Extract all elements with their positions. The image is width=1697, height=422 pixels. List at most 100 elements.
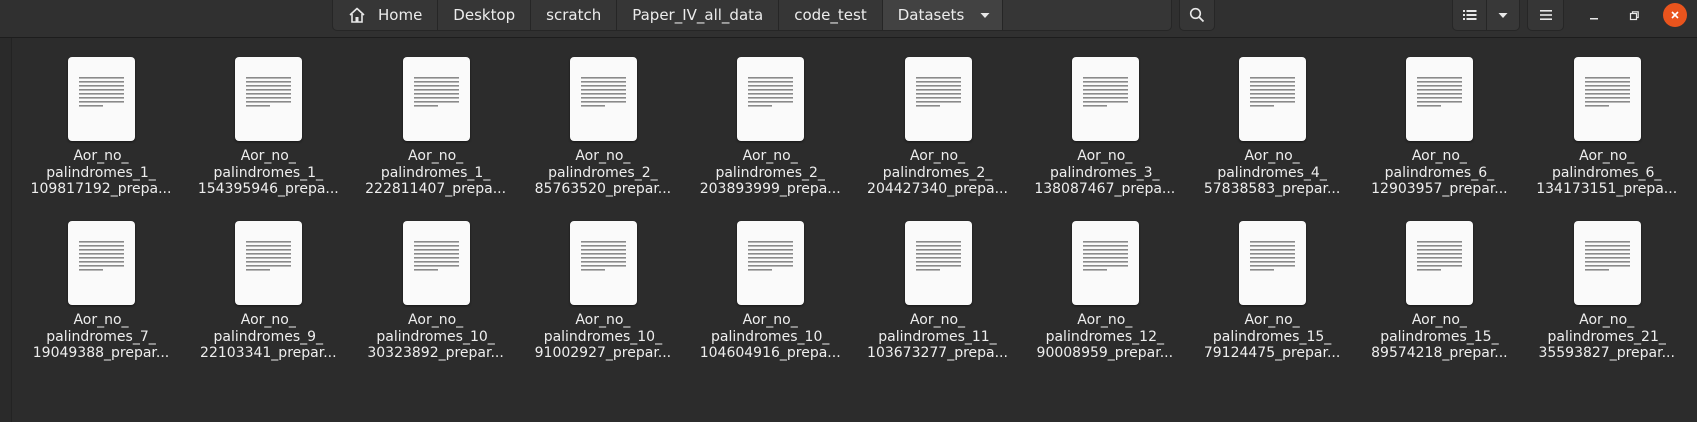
file-manager-window: Home Desktop scratch Paper_IV_all_data c… [0, 0, 1697, 422]
file-item[interactable]: Aor_no_ palindromes_10_ 104604916_prepa... [681, 202, 841, 361]
breadcrumb-scratch[interactable]: scratch [531, 0, 618, 30]
view-options-button[interactable] [1486, 0, 1520, 31]
text-file-icon [1406, 221, 1474, 305]
search-icon [1189, 7, 1205, 23]
file-item[interactable]: Aor_no_ palindromes_6_ 134173151_prepa... [1518, 38, 1677, 197]
text-file-icon [737, 57, 805, 141]
home-icon [349, 7, 365, 23]
file-item[interactable]: Aor_no_ palindromes_4_ 57838583_prepar... [1183, 38, 1340, 197]
breadcrumb-home[interactable]: Home [333, 0, 439, 30]
file-name-line: palindromes_10_ [710, 328, 830, 345]
file-name: Aor_no_ palindromes_1_ 154395946_prepa... [179, 148, 357, 198]
file-item[interactable]: Aor_no_ palindromes_9_ 22103341_prepar... [179, 202, 337, 361]
file-name-line: palindromes_11_ [878, 328, 997, 345]
file-name-line: palindromes_1_ [380, 164, 491, 181]
list-view-button[interactable] [1452, 0, 1487, 31]
breadcrumb-paper-iv-all-data[interactable]: Paper_IV_all_data [617, 0, 780, 30]
text-file-icon [402, 57, 470, 141]
chevron-down-icon [1498, 13, 1508, 18]
file-item[interactable]: Aor_no_ palindromes_2_ 85763520_prepar... [514, 38, 671, 197]
file-name-line: palindromes_2_ [548, 164, 658, 181]
file-name-line: Aor_no_ [1077, 148, 1133, 164]
breadcrumb-label: scratch [546, 6, 602, 24]
file-item[interactable]: Aor_no_ palindromes_2_ 204427340_prepa... [849, 38, 1008, 197]
minimize-button[interactable] [1582, 4, 1606, 28]
file-name-line: 35593827_prepar... [1538, 345, 1675, 361]
minimize-icon [1590, 18, 1598, 20]
file-name-line: palindromes_6_ [1384, 164, 1495, 181]
file-name-line: Aor_no_ [1579, 312, 1635, 328]
file-item[interactable]: Aor_no_ palindromes_10_ 30323892_prepar... [347, 202, 504, 361]
file-name-line: 85763520_prepar... [534, 181, 672, 197]
list-view-icon [1462, 10, 1476, 20]
file-name: Aor_no_ palindromes_11_ 103673277_prepa... [849, 312, 1027, 362]
search-button[interactable] [1179, 0, 1215, 31]
file-name: Aor_no_ palindromes_15_ 89574218_prepar... [1350, 312, 1528, 362]
breadcrumb-code-test[interactable]: code_test [779, 0, 883, 30]
sidebar-edge [0, 38, 12, 422]
file-name-line: Aor_no_ [575, 312, 631, 328]
file-name: Aor_no_ palindromes_2_ 203893999_prepa... [681, 148, 859, 198]
close-button[interactable] [1663, 3, 1687, 27]
file-name: Aor_no_ palindromes_12_ 90008959_prepar... [1016, 312, 1194, 362]
file-name-line: 204427340_prepa... [867, 181, 1008, 197]
file-name-line: 134173151_prepa... [1536, 181, 1678, 197]
file-item[interactable]: Aor_no_ palindromes_1_ 154395946_prepa... [179, 38, 339, 197]
text-file-icon [1573, 57, 1641, 141]
text-file-icon [1573, 221, 1641, 305]
file-name-line: Aor_no_ [742, 148, 798, 164]
text-file-icon [569, 57, 637, 141]
breadcrumb-label: Paper_IV_all_data [632, 6, 764, 24]
file-name-line: 57838583_prepar... [1203, 181, 1341, 197]
file-name: Aor_no_ palindromes_1_ 109817192_prepa... [12, 148, 190, 198]
file-name-line: 109817192_prepa... [30, 181, 172, 197]
file-name-line: Aor_no_ [408, 312, 464, 328]
file-name-line: 138087467_prepa... [1034, 181, 1176, 197]
file-item[interactable]: Aor_no_ palindromes_1_ 109817192_prepa... [12, 38, 171, 197]
file-item[interactable]: Aor_no_ palindromes_12_ 90008959_prepar... [1016, 202, 1173, 361]
file-item[interactable]: Aor_no_ palindromes_15_ 79124475_prepar... [1183, 202, 1340, 361]
text-file-icon [1071, 221, 1139, 305]
file-name-line: 203893999_prepa... [699, 181, 841, 197]
text-file-icon [1071, 57, 1139, 141]
file-item[interactable]: Aor_no_ palindromes_6_ 12903957_prepar... [1350, 38, 1508, 197]
file-item[interactable]: Aor_no_ palindromes_11_ 103673277_prepa... [849, 202, 1008, 361]
file-item[interactable]: Aor_no_ palindromes_21_ 35593827_prepar... [1518, 202, 1675, 361]
file-item[interactable]: Aor_no_ palindromes_10_ 91002927_prepar... [514, 202, 671, 361]
text-file-icon [904, 57, 972, 141]
text-file-icon [1239, 57, 1307, 141]
breadcrumb-label: Datasets [897, 6, 965, 24]
breadcrumb-datasets[interactable]: Datasets [882, 0, 1004, 30]
file-name: Aor_no_ palindromes_2_ 85763520_prepar... [514, 148, 692, 198]
file-name-line: Aor_no_ [240, 312, 296, 328]
file-name-line: palindromes_6_ [1551, 164, 1662, 181]
file-item[interactable]: Aor_no_ palindromes_7_ 19049388_prepar... [12, 202, 169, 361]
file-name-line: palindromes_12_ [1045, 328, 1164, 345]
text-file-icon [737, 221, 805, 305]
file-item[interactable]: Aor_no_ palindromes_3_ 138087467_prepa... [1016, 38, 1175, 197]
file-name-line: Aor_no_ [73, 312, 129, 328]
file-name-line: Aor_no_ [1411, 148, 1467, 164]
text-file-icon [1239, 221, 1307, 305]
file-name-line: Aor_no_ [909, 148, 966, 164]
file-name-line: 154395946_prepa... [197, 181, 339, 197]
main-menu-button[interactable] [1527, 0, 1564, 31]
file-name-line: palindromes_15_ [1212, 328, 1332, 345]
file-item[interactable]: Aor_no_ palindromes_15_ 89574218_prepar... [1350, 202, 1508, 361]
file-name-line: palindromes_3_ [1050, 164, 1160, 181]
breadcrumb-desktop[interactable]: Desktop [438, 0, 532, 30]
file-name-line: palindromes_2_ [715, 164, 825, 181]
file-item[interactable]: Aor_no_ palindromes_2_ 203893999_prepa... [681, 38, 841, 197]
file-name-line: 30323892_prepar... [367, 345, 504, 361]
path-bar: Home Desktop scratch Paper_IV_all_data c… [332, 0, 1172, 31]
file-item[interactable]: Aor_no_ palindromes_1_ 222811407_prepa... [347, 38, 506, 197]
text-file-icon [569, 221, 637, 305]
maximize-button[interactable] [1622, 4, 1646, 28]
file-name: Aor_no_ palindromes_10_ 104604916_prepa... [681, 312, 859, 362]
file-name-line: 91002927_prepar... [534, 345, 672, 361]
file-name-line: Aor_no_ [73, 148, 129, 164]
file-name-line: 90008959_prepar... [1036, 345, 1174, 361]
file-name-line: palindromes_9_ [213, 328, 324, 345]
file-name-line: Aor_no_ [1244, 312, 1300, 328]
text-file-icon [1406, 57, 1474, 141]
